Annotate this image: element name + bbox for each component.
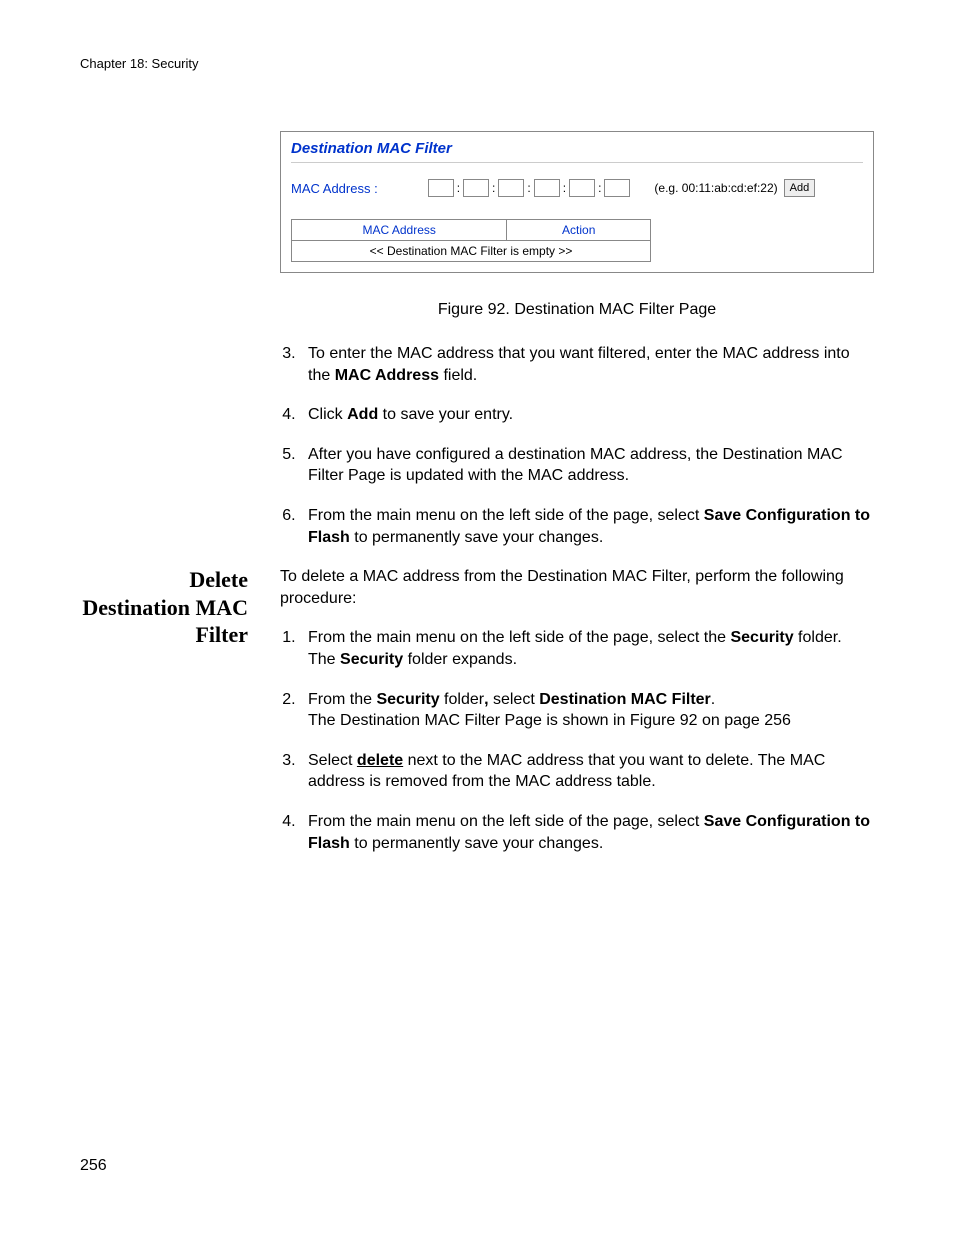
mac-address-inputs: : : : : : xyxy=(428,179,631,197)
mac-example: (e.g. 00:11:ab:cd:ef:22) xyxy=(654,181,777,195)
table-empty-row: << Destination MAC Filter is empty >> xyxy=(292,241,651,262)
figure-title: Destination MAC Filter xyxy=(291,140,452,157)
mac-octet-6[interactable] xyxy=(604,179,630,197)
section-heading-delete: Delete Destination MAC Filter xyxy=(80,566,280,872)
delete-step-1: From the main menu on the left side of t… xyxy=(300,627,874,670)
mac-octet-3[interactable] xyxy=(498,179,524,197)
mac-octet-5[interactable] xyxy=(569,179,595,197)
steps-continued: To enter the MAC address that you want f… xyxy=(280,343,874,548)
figure-screenshot: Destination MAC Filter MAC Address : : :… xyxy=(280,131,874,273)
section-body: To delete a MAC address from the Destina… xyxy=(280,566,874,872)
mac-address-row: MAC Address : : : : : : (e.g. 00:11:ab:c… xyxy=(291,179,863,197)
section-intro: To delete a MAC address from the Destina… xyxy=(280,566,874,609)
mac-octet-1[interactable] xyxy=(428,179,454,197)
main-content: Destination MAC Filter MAC Address : : :… xyxy=(280,131,874,548)
delete-section: Delete Destination MAC Filter To delete … xyxy=(80,566,874,872)
page: Chapter 18: Security Destination MAC Fil… xyxy=(0,0,954,1235)
delete-step-4: From the main menu on the left side of t… xyxy=(300,811,874,854)
step-6: From the main menu on the left side of t… xyxy=(300,505,874,548)
step-3: To enter the MAC address that you want f… xyxy=(300,343,874,386)
mac-octet-2[interactable] xyxy=(463,179,489,197)
page-number: 256 xyxy=(80,1157,107,1175)
delete-step-3: Select delete next to the MAC address th… xyxy=(300,750,874,793)
step-5: After you have configured a destination … xyxy=(300,444,874,487)
table-header-action: Action xyxy=(507,220,651,241)
table-header-mac: MAC Address xyxy=(292,220,507,241)
mac-filter-table: MAC Address Action << Destination MAC Fi… xyxy=(291,219,651,262)
mac-octet-4[interactable] xyxy=(534,179,560,197)
mac-address-label: MAC Address : xyxy=(291,181,378,196)
figure-caption: Figure 92. Destination MAC Filter Page xyxy=(280,301,874,319)
delete-step-2: From the Security folder, select Destina… xyxy=(300,689,874,732)
add-button[interactable]: Add xyxy=(784,179,816,197)
step-4: Click Add to save your entry. xyxy=(300,404,874,426)
chapter-header: Chapter 18: Security xyxy=(80,56,874,71)
